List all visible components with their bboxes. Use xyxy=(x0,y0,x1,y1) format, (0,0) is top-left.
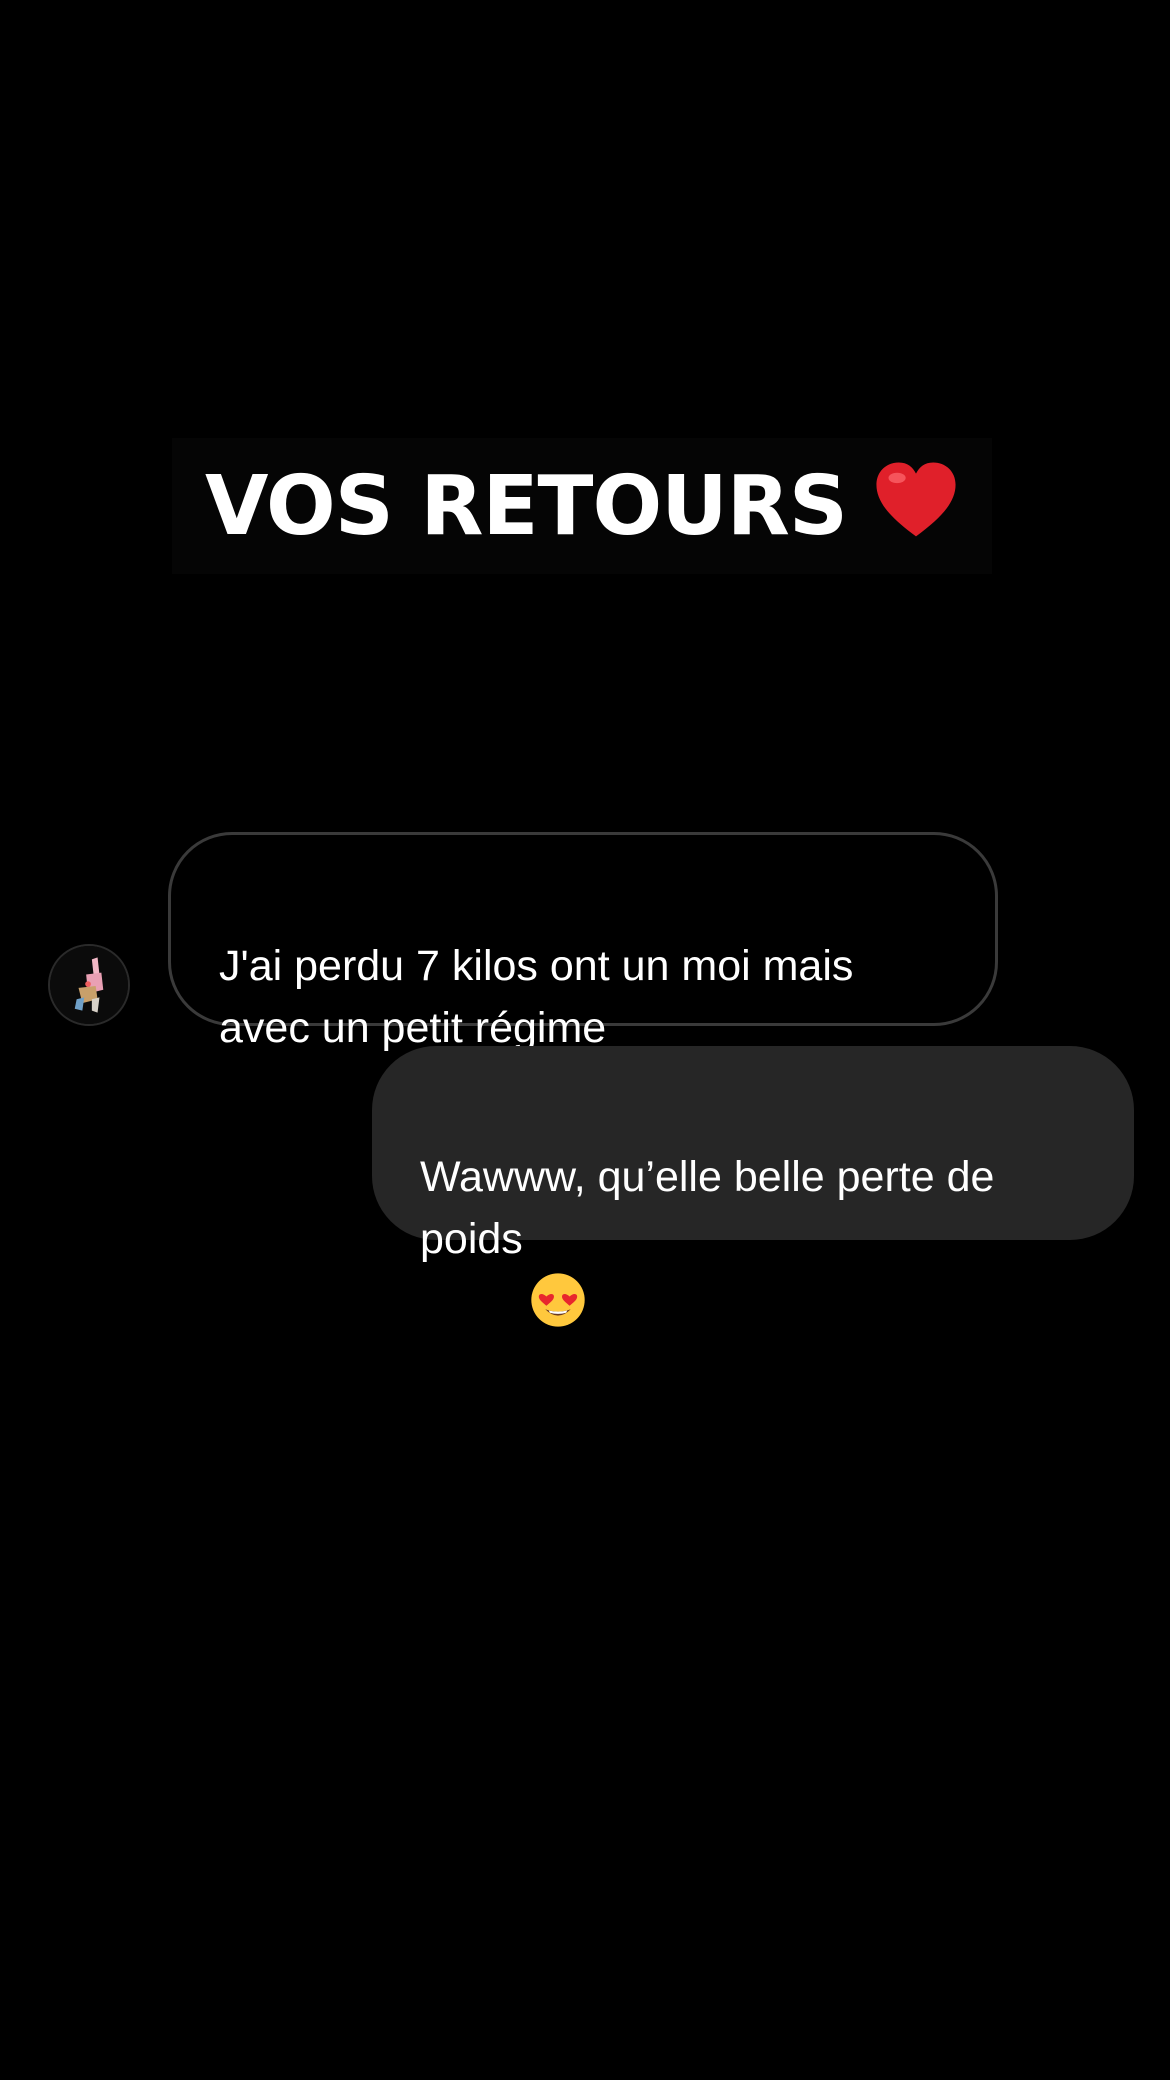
received-message-bubble: J'ai perdu 7 kilos ont un moi mais avec … xyxy=(168,832,998,1052)
user-avatar-icon xyxy=(50,946,128,1024)
smiling-face-with-heart-eyes-icon xyxy=(529,1209,587,1327)
page-title: VOS RETOURS xyxy=(205,458,848,554)
received-message-text: J'ai perdu 7 kilos ont un moi mais avec … xyxy=(219,942,854,1052)
title-banner: VOS RETOURS xyxy=(172,438,992,574)
sent-message-bubble: Wawww, qu’elle belle perte de poids xyxy=(372,1046,1134,1327)
avatar[interactable] xyxy=(48,944,130,1026)
red-heart-icon xyxy=(873,459,959,545)
sent-message-text: Wawww, qu’elle belle perte de poids xyxy=(420,1153,995,1263)
